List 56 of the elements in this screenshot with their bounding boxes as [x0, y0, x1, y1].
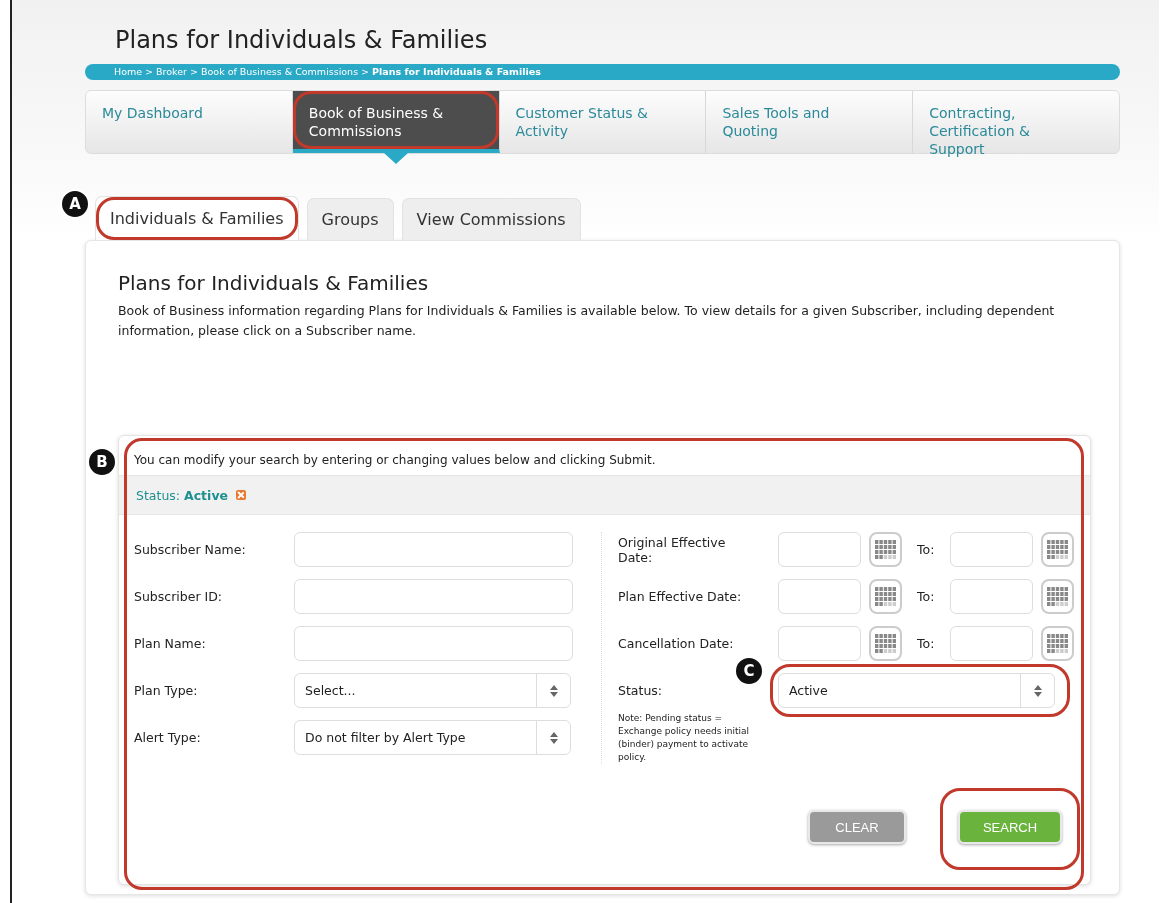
section-title: Plans for Individuals & Families	[118, 271, 430, 295]
input-field[interactable]	[294, 579, 573, 614]
filter-label: Status: Active	[136, 487, 228, 503]
nav-item[interactable]: My Dashboard	[86, 91, 293, 153]
calendar-button[interactable]	[869, 626, 902, 661]
input-field[interactable]	[294, 532, 573, 567]
field-label: Subscriber Name:	[134, 542, 247, 557]
date-field[interactable]	[778, 532, 861, 567]
tab[interactable]: View Commissions	[401, 198, 581, 240]
field-label: Status:	[618, 683, 664, 698]
breadcrumb-bar: Home > Broker > Book of Business & Commissions > Plans for Individuals & Families	[85, 64, 1120, 80]
page-title: Plans for Individuals & Families	[115, 26, 489, 54]
field-label: To:	[917, 589, 936, 604]
calendar-icon	[1046, 539, 1069, 560]
field-label: To:	[917, 636, 936, 651]
remove-icon[interactable]	[236, 490, 246, 500]
sort-arrows-icon	[549, 684, 558, 697]
calendar-icon	[1046, 633, 1069, 654]
sort-arrows-icon	[1033, 684, 1042, 697]
field-label: Subscriber ID:	[134, 589, 224, 604]
callout-badge: C	[734, 656, 764, 686]
status-note: Note: Pending status = Exchange policy needs initial (binder) payment to activate policy.	[618, 712, 750, 764]
callout-badge: B	[87, 447, 117, 477]
calendar-button[interactable]	[1041, 532, 1074, 567]
select-field[interactable]: Active	[778, 673, 1055, 708]
field-label: To:	[917, 542, 936, 557]
date-field[interactable]	[950, 579, 1033, 614]
calendar-icon	[874, 539, 897, 560]
calendar-icon	[874, 586, 897, 607]
date-field[interactable]	[950, 626, 1033, 661]
input-field[interactable]	[294, 626, 573, 661]
field-label: Original Effective Date:	[618, 534, 727, 565]
select-field[interactable]: Do not filter by Alert Type	[294, 720, 571, 755]
pointer-icon	[383, 153, 408, 164]
calendar-button[interactable]	[869, 532, 902, 567]
field-label: Cancellation Date:	[618, 636, 735, 651]
nav-item[interactable]: Sales Tools and Quoting	[706, 91, 914, 153]
calendar-button[interactable]	[1041, 579, 1074, 614]
search-intro: You can modify your search by entering or changing values below and clicking Submit.	[133, 452, 657, 469]
calendar-button[interactable]	[869, 579, 902, 614]
date-field[interactable]	[778, 579, 861, 614]
date-field[interactable]	[778, 626, 861, 661]
date-field[interactable]	[950, 532, 1033, 567]
field-label: Plan Type:	[134, 683, 199, 698]
calendar-button[interactable]	[1041, 626, 1074, 661]
select-field[interactable]: Select...	[294, 673, 571, 708]
field-label: Alert Type:	[134, 730, 202, 745]
nav-item[interactable]: Customer Status & Activity	[499, 91, 707, 153]
section-description: Book of Business information regarding Plans for Individuals & Families is available below. To view details for a given Subscriber, including dependent information, please click on a Subscriber name.	[118, 302, 1056, 340]
calendar-icon	[1046, 586, 1069, 607]
tab[interactable]: Groups	[306, 198, 394, 240]
field-label: Plan Name:	[134, 636, 207, 651]
field-label: Plan Effective Date:	[618, 589, 743, 604]
calendar-icon	[874, 633, 897, 654]
callout-badge: A	[60, 189, 90, 219]
sort-arrows-icon	[549, 731, 558, 744]
